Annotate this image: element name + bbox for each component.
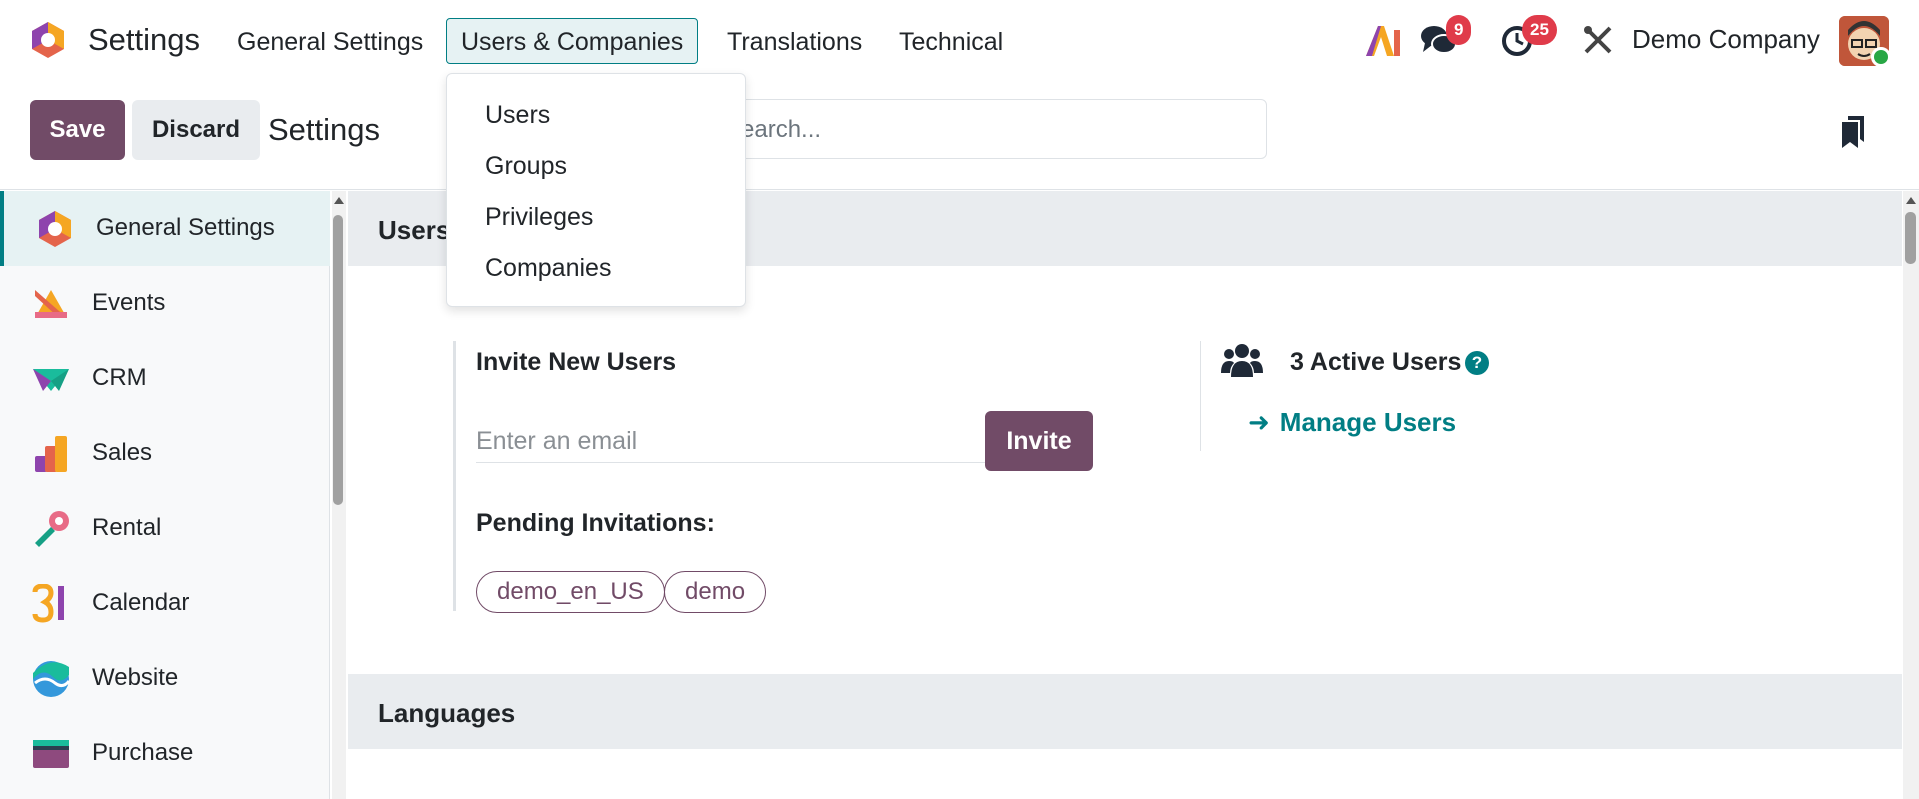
sidebar-item-label: Purchase bbox=[92, 739, 194, 766]
dropdown-item-privileges[interactable]: Privileges bbox=[485, 203, 593, 232]
settings-sidebar: General Settings Events CRM Sales Rental… bbox=[0, 191, 330, 799]
sidebar-item-purchase[interactable]: Purchase bbox=[0, 716, 330, 791]
website-app-icon bbox=[33, 661, 71, 697]
active-users-count: 3 Active Users bbox=[1290, 348, 1462, 376]
bookmark-icon[interactable] bbox=[1840, 114, 1866, 150]
help-icon[interactable]: ? bbox=[1465, 351, 1489, 375]
dropdown-item-users[interactable]: Users bbox=[485, 101, 550, 130]
calendar-app-icon bbox=[32, 584, 64, 623]
pending-invitations-title: Pending Invitations: bbox=[476, 509, 715, 537]
crm-app-icon bbox=[33, 369, 69, 391]
events-app-icon bbox=[35, 290, 67, 318]
discard-button[interactable]: Discard bbox=[132, 100, 260, 160]
languages-section-header: Languages bbox=[348, 674, 1902, 749]
users-group-icon bbox=[1221, 344, 1263, 377]
rental-app-icon bbox=[35, 511, 69, 547]
sidebar-item-label: General Settings bbox=[96, 214, 275, 241]
top-navbar: Settings General Settings Users & Compan… bbox=[0, 0, 1919, 84]
sidebar-item-crm[interactable]: CRM bbox=[0, 341, 330, 416]
dropdown-item-companies[interactable]: Companies bbox=[485, 254, 611, 283]
online-status-icon bbox=[1871, 47, 1891, 67]
tools-icon[interactable] bbox=[1582, 24, 1614, 56]
sidebar-item-label: Sales bbox=[92, 439, 153, 466]
sales-app-icon bbox=[35, 436, 67, 472]
sidebar-item-rental[interactable]: Rental bbox=[0, 491, 330, 566]
arrow-right-icon: ➜ bbox=[1248, 407, 1270, 437]
sidebar-item-general-settings[interactable]: General Settings bbox=[0, 191, 330, 266]
search-input[interactable]: Search... bbox=[700, 99, 1267, 159]
sidebar-scroll-thumb[interactable] bbox=[333, 215, 343, 505]
main-scrollbar[interactable] bbox=[1903, 191, 1919, 799]
invite-button[interactable]: Invite bbox=[985, 411, 1093, 471]
email-placeholder: Enter an email bbox=[476, 427, 638, 455]
page-title: Settings bbox=[268, 112, 381, 147]
sidebar-item-sales[interactable]: Sales bbox=[0, 416, 330, 491]
manage-users-link[interactable]: ➜ Manage Users bbox=[1248, 407, 1456, 438]
activities-badge: 25 bbox=[1522, 15, 1557, 45]
sidebar-item-website[interactable]: Website bbox=[0, 641, 330, 716]
menu-technical[interactable]: Technical bbox=[884, 18, 1018, 64]
column-divider bbox=[1200, 341, 1201, 451]
sidebar-item-calendar[interactable]: Calendar bbox=[0, 566, 330, 641]
dropdown-item-groups[interactable]: Groups bbox=[485, 152, 567, 181]
ai-icon[interactable] bbox=[1364, 24, 1402, 58]
company-switcher[interactable]: Demo Company bbox=[1632, 24, 1820, 55]
setting-divider bbox=[453, 341, 456, 611]
sidebar-item-label: Events bbox=[92, 289, 166, 316]
sidebar-item-events[interactable]: Events bbox=[0, 266, 330, 341]
save-button[interactable]: Save bbox=[30, 100, 125, 160]
app-title[interactable]: Settings bbox=[88, 22, 200, 58]
purchase-app-icon bbox=[33, 740, 69, 768]
sidebar-item-label: Website bbox=[92, 664, 179, 691]
manage-users-label: Manage Users bbox=[1279, 407, 1457, 437]
main-scroll-thumb[interactable] bbox=[1905, 212, 1916, 264]
invite-new-users-title: Invite New Users bbox=[476, 348, 677, 376]
invite-email-field[interactable]: Enter an email bbox=[476, 423, 986, 463]
pending-invitation-tag[interactable]: demo_en_US bbox=[476, 571, 665, 613]
messages-badge: 9 bbox=[1446, 15, 1472, 45]
settings-app-logo-icon[interactable] bbox=[28, 20, 68, 60]
menu-users-companies[interactable]: Users & Companies bbox=[446, 18, 699, 64]
languages-section-title: Languages bbox=[378, 698, 516, 728]
sidebar-scroll-up-icon[interactable] bbox=[334, 197, 344, 204]
users-section-title: Users bbox=[378, 215, 451, 245]
menu-general-settings[interactable]: General Settings bbox=[222, 18, 438, 64]
users-companies-dropdown: Users Groups Privileges Companies bbox=[446, 73, 746, 307]
sidebar-item-label: Calendar bbox=[92, 589, 190, 616]
pending-invitation-tag[interactable]: demo bbox=[664, 571, 767, 613]
sidebar-item-label: Rental bbox=[92, 514, 162, 541]
control-panel: Save Discard Settings Search... bbox=[0, 84, 1919, 190]
main-scroll-up-icon[interactable] bbox=[1906, 197, 1916, 204]
menu-translations[interactable]: Translations bbox=[712, 18, 877, 64]
sidebar-item-label: CRM bbox=[92, 364, 147, 391]
settings-app-icon bbox=[39, 211, 71, 247]
